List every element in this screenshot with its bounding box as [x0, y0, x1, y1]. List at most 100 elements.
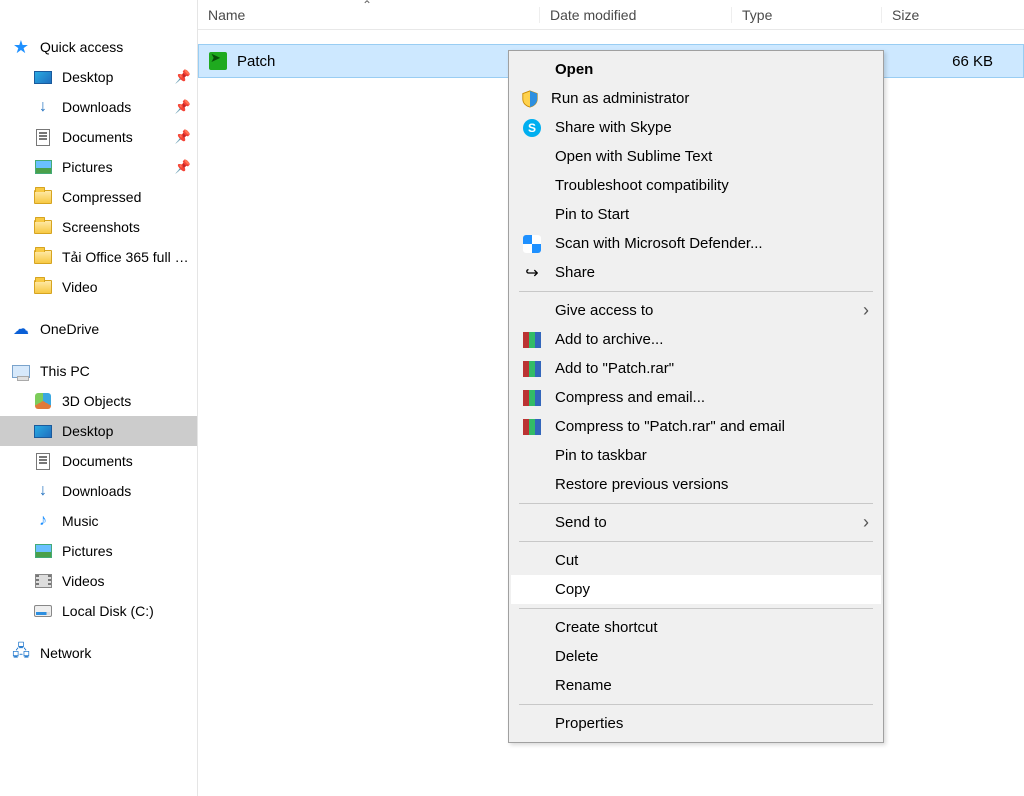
menu-defender-scan[interactable]: Scan with Microsoft Defender... — [511, 229, 881, 258]
menu-create-shortcut[interactable]: Create shortcut — [511, 613, 881, 642]
nav-label: Documents — [62, 129, 165, 145]
menu-run-as-admin[interactable]: Run as administrator — [511, 84, 881, 113]
3d-objects-icon — [34, 392, 52, 410]
menu-label: Compress to "Patch.rar" and email — [555, 418, 785, 435]
desktop-icon — [34, 68, 52, 86]
menu-label: Delete — [555, 648, 598, 665]
menu-share[interactable]: ↪ Share — [511, 258, 881, 287]
menu-open[interactable]: Open — [511, 55, 881, 84]
menu-label: Create shortcut — [555, 619, 658, 636]
menu-label: Pin to taskbar — [555, 447, 647, 464]
nav-network[interactable]: 🖧 Network — [0, 638, 197, 668]
nav-label: Tải Office 365 full crack — [62, 249, 191, 265]
nav-label: This PC — [40, 363, 191, 379]
menu-give-access[interactable]: Give access to › — [511, 296, 881, 325]
menu-pin-start[interactable]: Pin to Start — [511, 200, 881, 229]
context-menu: Open Run as administrator S Share with S… — [508, 50, 884, 743]
nav-quick-access[interactable]: ★ Quick access — [0, 32, 197, 62]
menu-label: Give access to — [555, 302, 653, 319]
menu-label: Properties — [555, 715, 623, 732]
nav-desktop-pc[interactable]: Desktop — [0, 416, 197, 446]
folder-icon — [34, 278, 52, 296]
column-date[interactable]: Date modified — [540, 7, 732, 23]
folder-icon — [34, 218, 52, 236]
nav-video[interactable]: Video — [0, 272, 197, 302]
nav-music[interactable]: ♪ Music — [0, 506, 197, 536]
menu-share-skype[interactable]: S Share with Skype — [511, 113, 881, 142]
nav-videos[interactable]: Videos — [0, 566, 197, 596]
menu-rename[interactable]: Rename — [511, 671, 881, 700]
nav-desktop[interactable]: Desktop 📌 — [0, 62, 197, 92]
menu-add-patchrar[interactable]: Add to "Patch.rar" — [511, 354, 881, 383]
downloads-icon: ↓ — [34, 98, 52, 116]
nav-label: Documents — [62, 453, 191, 469]
documents-icon — [34, 128, 52, 146]
menu-pin-taskbar[interactable]: Pin to taskbar — [511, 441, 881, 470]
nav-label: Music — [62, 513, 191, 529]
pin-icon: 📌 — [175, 69, 191, 85]
nav-downloads-pc[interactable]: ↓ Downloads — [0, 476, 197, 506]
menu-label: Open with Sublime Text — [555, 148, 712, 165]
nav-3d-objects[interactable]: 3D Objects — [0, 386, 197, 416]
menu-compress-email[interactable]: Compress and email... — [511, 383, 881, 412]
this-pc-icon — [12, 362, 30, 380]
pictures-icon — [34, 158, 52, 176]
nav-label: Downloads — [62, 483, 191, 499]
menu-label: Cut — [555, 552, 578, 569]
pictures-icon — [34, 542, 52, 560]
nav-label: Desktop — [62, 423, 191, 439]
column-headers: Name Date modified Type Size — [198, 0, 1024, 30]
sort-caret-icon: ⌃ — [362, 0, 372, 12]
nav-local-disk-c[interactable]: Local Disk (C:) — [0, 596, 197, 626]
archive-icon — [521, 390, 543, 406]
file-name: Patch — [237, 53, 275, 70]
menu-open-sublime[interactable]: Open with Sublime Text — [511, 142, 881, 171]
pin-icon: 📌 — [175, 129, 191, 145]
menu-label: Pin to Start — [555, 206, 629, 223]
column-size[interactable]: Size — [882, 7, 1024, 23]
menu-add-archive[interactable]: Add to archive... — [511, 325, 881, 354]
nav-compressed[interactable]: Compressed — [0, 182, 197, 212]
disk-icon — [34, 602, 52, 620]
nav-pictures-pc[interactable]: Pictures — [0, 536, 197, 566]
menu-label: Share — [555, 264, 595, 281]
menu-label: Add to "Patch.rar" — [555, 360, 674, 377]
nav-pictures[interactable]: Pictures 📌 — [0, 152, 197, 182]
nav-label: Pictures — [62, 543, 191, 559]
nav-downloads[interactable]: ↓ Downloads 📌 — [0, 92, 197, 122]
network-icon: 🖧 — [12, 644, 30, 662]
nav-documents-pc[interactable]: Documents — [0, 446, 197, 476]
menu-cut[interactable]: Cut — [511, 546, 881, 575]
nav-screenshots[interactable]: Screenshots — [0, 212, 197, 242]
menu-troubleshoot[interactable]: Troubleshoot compatibility — [511, 171, 881, 200]
menu-copy[interactable]: Copy — [511, 575, 881, 604]
navigation-pane: ★ Quick access Desktop 📌 ↓ Downloads 📌 D… — [0, 0, 198, 796]
menu-label: Send to — [555, 514, 607, 531]
menu-compress-patch-email[interactable]: Compress to "Patch.rar" and email — [511, 412, 881, 441]
nav-documents[interactable]: Documents 📌 — [0, 122, 197, 152]
column-type[interactable]: Type — [732, 7, 882, 23]
separator — [519, 503, 873, 504]
documents-icon — [34, 452, 52, 470]
menu-send-to[interactable]: Send to › — [511, 508, 881, 537]
music-icon: ♪ — [34, 512, 52, 530]
menu-restore-versions[interactable]: Restore previous versions — [511, 470, 881, 499]
nav-tai-office[interactable]: Tải Office 365 full crack — [0, 242, 197, 272]
explorer-window: ★ Quick access Desktop 📌 ↓ Downloads 📌 D… — [0, 0, 1024, 796]
menu-delete[interactable]: Delete — [511, 642, 881, 671]
menu-label: Open — [555, 61, 593, 78]
videos-icon — [34, 572, 52, 590]
menu-label: Share with Skype — [555, 119, 672, 136]
nav-this-pc[interactable]: This PC — [0, 356, 197, 386]
menu-properties[interactable]: Properties — [511, 709, 881, 738]
separator — [519, 291, 873, 292]
star-icon: ★ — [12, 38, 30, 56]
nav-label: Videos — [62, 573, 191, 589]
nav-label: Pictures — [62, 159, 165, 175]
file-size: 66 KB — [883, 53, 1023, 70]
folder-icon — [34, 188, 52, 206]
chevron-right-icon: › — [863, 512, 869, 533]
desktop-icon — [34, 422, 52, 440]
defender-icon — [521, 235, 543, 253]
nav-onedrive[interactable]: ☁ OneDrive — [0, 314, 197, 344]
